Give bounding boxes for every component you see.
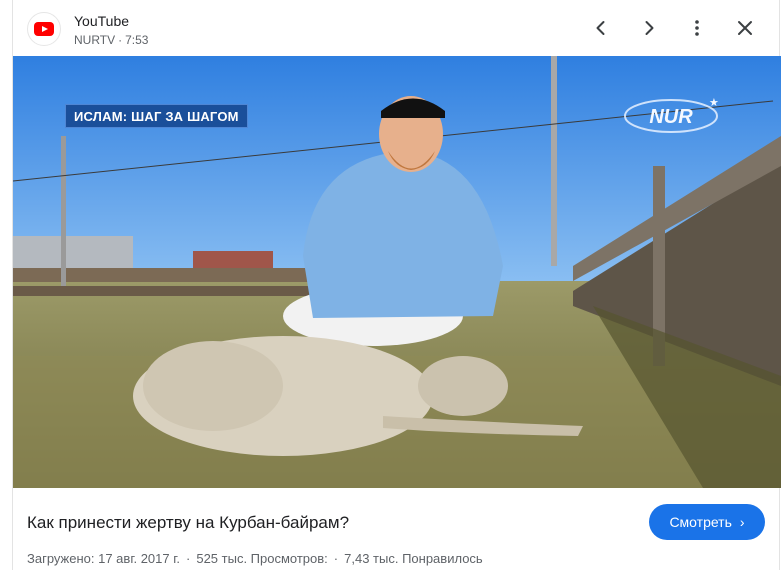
svg-text:★: ★: [709, 96, 719, 109]
youtube-logo-icon: [27, 12, 61, 46]
video-duration: 7:53: [125, 33, 149, 47]
overlay-caption: ИСЛАМ: ШАГ ЗА ШАГОМ: [65, 104, 248, 128]
more-options-button[interactable]: [683, 14, 711, 42]
video-thumbnail[interactable]: ИСЛАМ: ШАГ ЗА ШАГОМ NUR ★: [13, 56, 781, 488]
watermark-text: NUR: [649, 106, 693, 128]
video-title[interactable]: Как принести жертву на Курбан-байрам?: [27, 513, 349, 533]
preview-card: YouTube NURTV · 7:53 ИСЛАМ: ШАГ ЗА ШАГОМ…: [12, 0, 781, 570]
previous-button[interactable]: [587, 14, 615, 42]
preview-header: YouTube NURTV · 7:53: [13, 0, 781, 56]
source-name: YouTube: [74, 13, 130, 29]
close-button[interactable]: [731, 14, 759, 42]
chevron-left-icon: [596, 21, 605, 35]
watch-button-label: Смотреть: [669, 514, 732, 530]
upload-date: Загружено: 17 авг. 2017 г.: [27, 551, 180, 566]
nur-watermark-logo: NUR ★: [623, 94, 723, 134]
source-subtitle: NURTV · 7:53: [74, 33, 149, 47]
chevron-right-icon: [645, 21, 654, 35]
chevron-right-icon: ›: [739, 514, 745, 530]
more-vert-icon: [695, 20, 699, 36]
next-button[interactable]: [635, 14, 663, 42]
like-count: 7,43 тыс. Понравилось: [344, 551, 483, 566]
video-metadata: Загружено: 17 авг. 2017 г. · 525 тыс. Прос…: [27, 551, 483, 566]
close-icon: [738, 21, 752, 35]
view-count: 525 тыс. Просмотров:: [196, 551, 328, 566]
channel-name: NURTV: [74, 33, 116, 47]
watch-button[interactable]: Смотреть ›: [649, 504, 765, 540]
